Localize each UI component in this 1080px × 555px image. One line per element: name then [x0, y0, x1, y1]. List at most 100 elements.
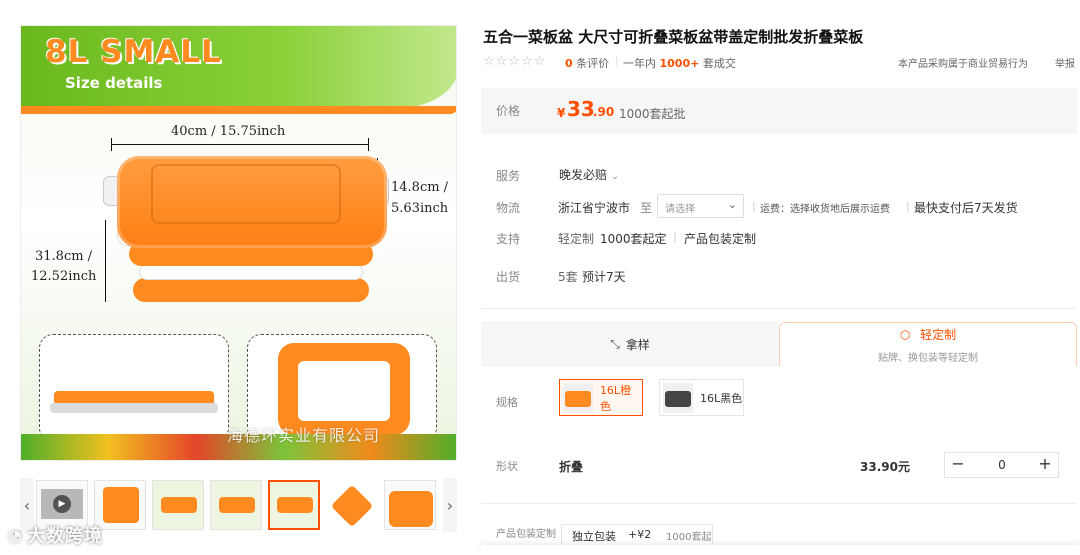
banner-stripe [21, 106, 456, 114]
chevron-down-icon: ⌄ [610, 171, 620, 182]
depth-dimension-label-2: 12.52inch [31, 269, 97, 284]
chevron-down-icon: ⌄ [727, 198, 737, 211]
tab-sample[interactable]: ⤡ 拿样 [481, 322, 779, 366]
packaging-option[interactable]: 独立包装 +¥2 1000套起 [561, 524, 713, 546]
depth-dimension-label: 31.8cm / [35, 249, 93, 264]
price-moq: 1000套起批 [619, 107, 686, 121]
width-tick-right [368, 138, 369, 151]
packaging-label: 产品包装定制 [496, 529, 556, 540]
quantity-input[interactable]: 0 [985, 458, 1019, 472]
price-box: 价格 ¥ 33 .90 1000套起批 [481, 88, 1077, 134]
thumb-basin [330, 484, 374, 528]
rating-row: ☆☆☆☆☆ 0 条评价 | 一年内 1000+ 套成交 本产品采购属于商业贸易行… [483, 54, 1075, 70]
shipping-fee-note: 运费：选择收货地后展示运费 [760, 204, 890, 215]
detail-closed-view [39, 334, 229, 442]
row-divider [481, 503, 1077, 504]
thumbnail-7[interactable] [384, 480, 436, 530]
height-dimension-label-2: 5.63inch [391, 201, 449, 216]
top-basin-inner [298, 361, 390, 421]
packaging-add-price: +¥2 [628, 528, 652, 541]
price-label: 价格 [496, 104, 521, 118]
thumbnail-6[interactable] [326, 480, 378, 530]
shipping-qty: 5套 [558, 270, 578, 284]
section-divider [481, 308, 1077, 309]
tab-custom-sub: 贴牌、换包装等轻定制 [878, 352, 978, 364]
support-light-custom: 轻定制 [558, 232, 595, 246]
logistics-origin: 浙江省宁波市 [558, 201, 631, 215]
price-decimal: .90 [593, 105, 615, 119]
rating-stars-icon: ☆☆☆☆☆ [483, 54, 547, 69]
thumb-next-arrow[interactable]: › [443, 478, 457, 532]
thumbnail-4[interactable] [210, 480, 262, 530]
hero-subtitle: Size details [65, 74, 163, 92]
closed-basin-grey [50, 403, 218, 413]
shape-value: 折叠 [559, 460, 584, 474]
height-dimension-label: 14.8cm / [391, 180, 449, 195]
quantity-stepper: − 0 + [944, 452, 1059, 478]
tab-light-custom[interactable]: ⬡ 轻定制 贴牌、换包装等轻定制 [779, 322, 1077, 366]
sku-orange-thumb [563, 382, 593, 413]
cube-icon: ⬡ [899, 327, 911, 342]
thumb-basin [161, 497, 197, 513]
shipping-label: 出货 [496, 270, 521, 284]
service-value: 晚发必赔 [559, 168, 608, 182]
shape-price: 33.90元 [860, 460, 910, 474]
decrement-button[interactable]: − [945, 453, 971, 477]
thumb-basin [389, 491, 433, 527]
shipping-eta: 预计7天 [582, 270, 626, 284]
report-link[interactable]: 举报 [1055, 55, 1075, 70]
depth-dimension-line [105, 220, 106, 302]
thumb-basin [103, 487, 139, 523]
logistics-to: 至 [640, 201, 653, 215]
sku-black-thumb [663, 382, 693, 413]
shape-label: 形状 [496, 460, 518, 473]
year-label: 一年内 [623, 57, 656, 70]
support-label: 支持 [496, 232, 521, 246]
packaging-moq: 1000套起 [666, 532, 712, 543]
sku-orange[interactable]: 16L橙色 [559, 379, 643, 416]
thumbnail-5-active[interactable] [268, 480, 320, 530]
width-tick-left [111, 138, 112, 151]
packaging-option-label: 独立包装 [572, 530, 616, 543]
sales-label: 套成交 [702, 57, 736, 70]
sku-orange-label: 16L橙色 [599, 383, 632, 413]
support-pkg-custom: 产品包装定制 [684, 232, 757, 246]
sample-icon: ⤡ [610, 336, 620, 351]
basin-layer-bottom [133, 278, 369, 302]
hero-title: 8L SMALL [45, 34, 222, 70]
basin-lid [117, 156, 387, 248]
width-dimension-label: 40cm / 15.75inch [171, 124, 286, 139]
brand-logo-icon: ◔ [8, 525, 23, 545]
sales-count: 1000+ [659, 57, 700, 70]
tab-custom-label: 轻定制 [920, 327, 957, 342]
logistics-label: 物流 [496, 201, 521, 215]
lid-inner-outline [151, 164, 341, 224]
service-label: 服务 [496, 169, 521, 183]
play-icon: ▶ [53, 495, 71, 513]
sticky-footer-bar [481, 545, 1080, 555]
review-label[interactable]: 条评价 [576, 57, 609, 70]
thumbnail-3[interactable] [152, 480, 204, 530]
price-integer: 33 [567, 97, 595, 121]
width-dimension-line [111, 144, 369, 145]
destination-placeholder: 请选择 [665, 204, 695, 215]
image-watermark: 海德环实业有限公司 [227, 426, 381, 445]
thumb-basin [219, 497, 255, 513]
purchase-note: 本产品采购属于商业贸易行为 [898, 59, 1028, 70]
increment-button[interactable]: + [1032, 453, 1058, 477]
thumb-basin [277, 497, 313, 513]
service-dropdown[interactable]: 晚发必赔 ⌄ [559, 166, 619, 183]
review-count: 0 [565, 57, 573, 70]
sku-black[interactable]: 16L黑色 [659, 379, 744, 416]
brand-watermark: ◔ 大数跨境 [8, 522, 103, 548]
support-light-custom-moq: 1000套起定 [600, 232, 667, 246]
tab-sample-label: 拿样 [625, 337, 650, 352]
sku-black-label: 16L黑色 [700, 391, 743, 405]
brand-watermark-text: 大数跨境 [26, 526, 103, 547]
destination-select[interactable]: 请选择 ⌄ [657, 194, 744, 218]
price-currency: ¥ [557, 106, 566, 120]
spec-label: 规格 [496, 396, 518, 409]
basin-layer-white [139, 264, 363, 280]
main-product-image[interactable]: 8L SMALL Size details 40cm / 15.75inch 1… [20, 25, 457, 461]
product-title: 五合一菜板盆 大尺寸可折叠菜板盆带盖定制批发折叠菜板 [483, 28, 864, 46]
